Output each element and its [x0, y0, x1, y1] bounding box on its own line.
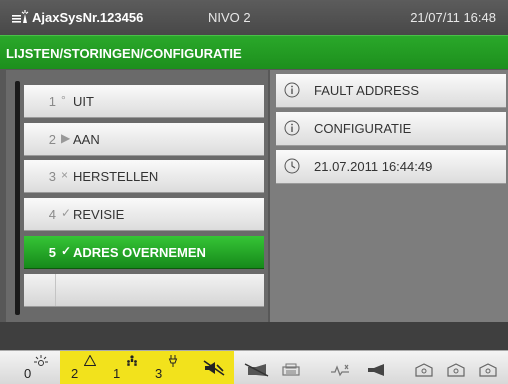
- alarm-counter[interactable]: 0: [0, 351, 56, 384]
- check-icon: ✓: [61, 244, 72, 258]
- menu-item-number: 5: [48, 245, 56, 260]
- breadcrumb: LIJSTEN/STORINGEN/CONFIGURATIE: [0, 35, 508, 69]
- alarm-count: 0: [24, 366, 32, 381]
- menu-item-uit[interactable]: 1 ° UIT: [24, 85, 264, 118]
- footer-strip: [0, 322, 508, 350]
- key-slot-1-icon[interactable]: [414, 362, 434, 378]
- menu-scrollbar[interactable]: [15, 81, 20, 315]
- warning-triangle-icon: [84, 355, 96, 366]
- menu-item-aan[interactable]: 2 ▶ AAN: [24, 123, 264, 156]
- menu-item-number: 3: [48, 169, 56, 184]
- fault-counter[interactable]: 2: [60, 351, 104, 384]
- panel-logo-icon: [12, 10, 29, 23]
- info-row-fault-address: FAULT ADDRESS: [276, 74, 506, 108]
- empty-cell: [24, 274, 56, 306]
- menu-item-herstellen[interactable]: 3 × HERSTELLEN: [24, 160, 264, 193]
- status-bar: 0 2 1 3: [0, 350, 508, 384]
- off-symbol-icon: °: [61, 93, 66, 107]
- disable-count: 3: [155, 366, 163, 381]
- info-icon: [284, 82, 300, 98]
- info-row-timestamp: 21.07.2011 16:44:49: [276, 150, 506, 184]
- muted-horn-icon: [203, 360, 225, 376]
- menu-item-revisie[interactable]: 4 ✓ REVISIE: [24, 198, 264, 231]
- key-slot-2-icon[interactable]: [446, 362, 466, 378]
- date-time: 21/07/11 16:48: [410, 10, 496, 25]
- panel-screen: AjaxSysNr.123456 NIVO 2 21/07/11 16:48 L…: [0, 0, 508, 384]
- cross-icon: ×: [61, 168, 69, 182]
- menu-item-number: 2: [48, 132, 56, 147]
- system-name: AjaxSysNr.123456: [32, 10, 144, 25]
- menu-item-number: 1: [48, 94, 56, 109]
- fire-counter[interactable]: 1: [104, 351, 148, 384]
- access-level: NIVO 2: [208, 10, 251, 25]
- siren-off-icon[interactable]: [244, 363, 270, 377]
- buzzer-off-button[interactable]: [192, 351, 234, 384]
- printer-icon[interactable]: [282, 363, 300, 377]
- menu-item-empty: [24, 274, 264, 307]
- info-text: CONFIGURATIE: [314, 121, 412, 136]
- menu-item-label: AAN: [73, 132, 100, 147]
- menu-item-label: UIT: [73, 94, 94, 109]
- info-row-configuratie: CONFIGURATIE: [276, 112, 506, 146]
- fire-count: 1: [113, 366, 121, 381]
- check-icon: ✓: [61, 206, 72, 220]
- play-icon: ▶: [61, 131, 71, 145]
- header-bar: AjaxSysNr.123456 NIVO 2 21/07/11 16:48: [0, 0, 508, 35]
- horn-icon[interactable]: [366, 363, 388, 377]
- fault-count: 2: [71, 366, 79, 381]
- plug-icon: [168, 355, 178, 367]
- menu-item-number: 4: [48, 207, 56, 222]
- info-text: FAULT ADDRESS: [314, 83, 419, 98]
- transmission-off-icon[interactable]: [330, 363, 350, 377]
- menu-item-label: REVISIE: [73, 207, 125, 222]
- alarm-icon: [34, 355, 48, 366]
- disable-counter[interactable]: 3: [148, 351, 192, 384]
- menu-item-adres-overnemen[interactable]: 5 ✓ ADRES OVERNEMEN: [24, 236, 264, 269]
- menu-item-label: HERSTELLEN: [73, 169, 159, 184]
- info-icon: [284, 120, 300, 136]
- info-text: 21.07.2011 16:44:49: [314, 159, 433, 174]
- people-icon: [127, 355, 137, 366]
- key-slot-3-icon[interactable]: [478, 362, 498, 378]
- clock-icon: [284, 158, 300, 174]
- menu-item-label: ADRES OVERNEMEN: [73, 245, 206, 260]
